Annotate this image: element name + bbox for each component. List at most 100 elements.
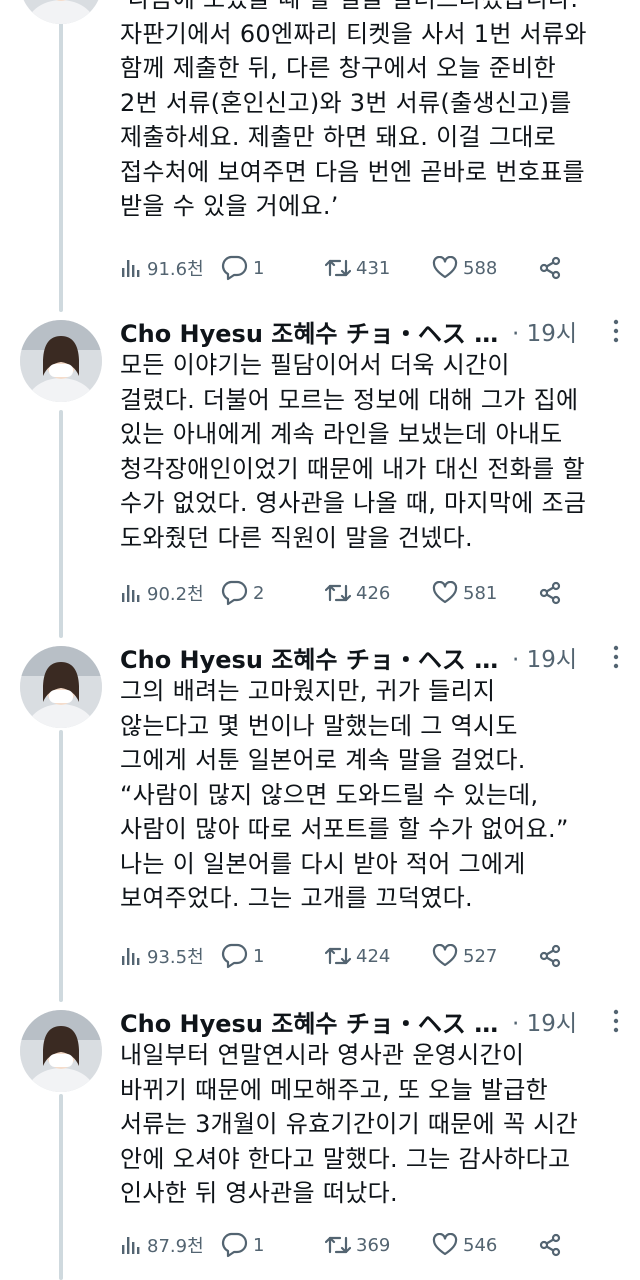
tweet[interactable]: Cho Hyesu 조혜수 チョ・ヘス ... · 19시 그의 배려는 고마웠… <box>0 638 640 998</box>
tweet-text-line: 2번 서류(혼인신고)와 3번 서류(출생신고)를 <box>120 88 572 117</box>
retweet-count: 369 <box>356 1234 391 1256</box>
tweet[interactable]: Cho Hyesu 조혜수 チョ・ヘス ... · 19시 모든 이야기는 필담… <box>0 312 640 634</box>
tweet-header: Cho Hyesu 조혜수 チョ・ヘス ... · 19시 <box>120 1004 620 1038</box>
reply-count: 2 <box>253 582 265 604</box>
author-name[interactable]: Cho Hyesu 조혜수 チョ・ヘス ... <box>120 314 500 349</box>
retweet-button[interactable]: 369 <box>325 1229 390 1261</box>
more-options-icon[interactable] <box>612 643 620 671</box>
tweet-text-line: 안에 오셔야 한다고 말했다. 그는 감사하다고 <box>120 1144 571 1173</box>
tweet-text-line: 나는 이 일본어를 다시 받아 적어 그에게 <box>120 849 526 878</box>
reply-icon <box>221 943 248 969</box>
retweet-icon <box>325 1236 351 1254</box>
tweet-text-line: 수가 없었다. 영사관을 나올 때, 마지막에 조금 <box>120 489 587 517</box>
timestamp[interactable]: · 19시 <box>512 314 577 348</box>
avatar[interactable] <box>20 0 102 24</box>
tweet-text: ‘다음에 오셨을 때 할 일을 알려드리겠습니다. 자판기에서 60엔짜리 티켓… <box>120 0 625 224</box>
tweet-text-line: 그에게 서툰 일본어로 계속 말을 걸었다. <box>120 746 526 774</box>
tweet-text-line: 인사한 뒤 영사관을 떠났다. <box>120 1179 398 1207</box>
tweet-actions: 90.2천 2 426 581 <box>120 577 565 609</box>
tweet-text: 모든 이야기는 필담이어서 더욱 시간이 걸렸다. 더불어 모르는 정보에 대해… <box>120 348 625 555</box>
reply-button[interactable]: 1 <box>220 1229 264 1261</box>
profile-photo-icon <box>20 646 102 728</box>
retweet-count: 431 <box>356 257 391 279</box>
profile-photo-icon <box>20 1010 102 1092</box>
tweet-text-line: 받을 수 있을 거에요.’ <box>120 192 339 220</box>
tweet[interactable]: ‘다음에 오셨을 때 할 일을 알려드리겠습니다. 자판기에서 60엔짜리 티켓… <box>0 0 640 300</box>
reply-icon <box>221 580 248 606</box>
retweet-button[interactable]: 426 <box>325 577 390 609</box>
timestamp[interactable]: · 19시 <box>512 1004 577 1038</box>
author-name[interactable]: Cho Hyesu 조혜수 チョ・ヘス ... <box>120 640 500 675</box>
retweet-count: 426 <box>356 582 391 604</box>
views-button[interactable]: 90.2천 <box>120 577 204 609</box>
tweet-text-line: 청각장애인이었기 때문에 내가 대신 전화를 할 <box>120 454 585 483</box>
share-button[interactable] <box>538 1229 562 1261</box>
tweet-text-line: 그의 배려는 고마웠지만, 귀가 들리지 <box>120 677 496 705</box>
profile-photo-icon <box>20 0 102 24</box>
reply-button[interactable]: 1 <box>220 940 264 972</box>
share-icon <box>539 944 561 968</box>
tweet-text-line: 서류는 3개월이 유효기간이기 때문에 꼭 시간 <box>120 1110 579 1138</box>
more-options-icon[interactable] <box>612 1007 620 1035</box>
tweet-text-line: 내일부터 연말연시라 영사관 운영시간이 <box>120 1041 525 1069</box>
retweet-button[interactable]: 431 <box>325 252 390 284</box>
heart-icon <box>432 581 458 604</box>
like-button[interactable]: 588 <box>432 252 497 284</box>
reply-button[interactable]: 2 <box>220 577 264 609</box>
share-button[interactable] <box>538 252 562 284</box>
share-icon <box>539 256 561 280</box>
share-button[interactable] <box>538 577 562 609</box>
views-count: 87.9천 <box>147 1236 204 1257</box>
tweet-text-line: 제출하세요. 제출만 하면 돼요. 이걸 그대로 <box>120 123 556 151</box>
tweet-text-line: 보여주었다. 그는 고개를 끄덕였다. <box>120 884 473 912</box>
views-icon <box>122 260 140 277</box>
reply-count: 1 <box>253 1234 265 1256</box>
like-count: 527 <box>463 945 498 967</box>
tweet-text: 그의 배려는 고마웠지만, 귀가 들리지 않는다고 몇 번이나 말했는데 그 역… <box>120 674 625 916</box>
views-icon <box>122 1237 140 1254</box>
like-button[interactable]: 581 <box>432 577 497 609</box>
reply-button[interactable]: 1 <box>220 252 264 284</box>
views-button[interactable]: 93.5천 <box>120 940 204 972</box>
more-options-icon[interactable] <box>612 317 620 345</box>
views-icon <box>122 585 140 602</box>
thread-page: ‘다음에 오셨을 때 할 일을 알려드리겠습니다. 자판기에서 60엔짜리 티켓… <box>0 0 640 1280</box>
retweet-icon <box>325 947 351 965</box>
heart-icon <box>432 1233 458 1256</box>
tweet-text-line: 있는 아내에게 계속 라인을 보냈는데 아내도 <box>120 420 563 448</box>
tweet-header: Cho Hyesu 조혜수 チョ・ヘス ... · 19시 <box>120 314 620 348</box>
views-button[interactable]: 87.9천 <box>120 1229 204 1261</box>
views-icon <box>122 948 140 965</box>
reply-icon <box>221 1232 248 1258</box>
timestamp[interactable]: · 19시 <box>512 640 577 674</box>
views-count: 90.2천 <box>147 584 204 605</box>
retweet-button[interactable]: 424 <box>325 940 390 972</box>
tweet-actions: 87.9천 1 369 546 <box>120 1229 565 1261</box>
tweet-text-line: 모든 이야기는 필담이어서 더욱 시간이 <box>120 351 510 379</box>
retweet-count: 424 <box>356 945 391 967</box>
heart-icon <box>432 944 458 967</box>
tweet-text-line: “사람이 많지 않으면 도와드릴 수 있는데, <box>120 780 539 809</box>
tweet-text-line: 걸렸다. 더불어 모르는 정보에 대해 그가 집에 <box>120 385 579 414</box>
tweet-text: 내일부터 연말연시라 영사관 운영시간이 바뀌기 때문에 메모해주고, 또 오늘… <box>120 1038 625 1211</box>
like-button[interactable]: 546 <box>432 1229 497 1261</box>
like-count: 546 <box>463 1234 498 1256</box>
share-button[interactable] <box>538 940 562 972</box>
reply-count: 1 <box>253 257 265 279</box>
avatar[interactable] <box>20 320 102 402</box>
author-name[interactable]: Cho Hyesu 조혜수 チョ・ヘス ... <box>120 1004 500 1039</box>
tweet[interactable]: Cho Hyesu 조혜수 チョ・ヘス ... · 19시 내일부터 연말연시라… <box>0 1002 640 1280</box>
like-button[interactable]: 527 <box>432 940 497 972</box>
avatar[interactable] <box>20 646 102 728</box>
tweet-text-line: 자판기에서 60엔짜리 티켓을 사서 1번 서류와 <box>120 19 587 48</box>
tweet-text-line: 도와줬던 다른 직원이 말을 건넸다. <box>120 523 473 552</box>
tweet-actions: 91.6천 1 431 588 <box>120 252 565 284</box>
avatar[interactable] <box>20 1010 102 1092</box>
views-button[interactable]: 91.6천 <box>120 252 204 284</box>
heart-icon <box>432 256 458 279</box>
retweet-icon <box>325 584 351 602</box>
share-icon <box>539 1233 561 1257</box>
views-count: 91.6천 <box>147 259 204 280</box>
tweet-header: Cho Hyesu 조혜수 チョ・ヘス ... · 19시 <box>120 640 620 674</box>
tweet-text-line: 접수처에 보여주면 다음 번엔 곧바로 번호표를 <box>120 157 585 186</box>
